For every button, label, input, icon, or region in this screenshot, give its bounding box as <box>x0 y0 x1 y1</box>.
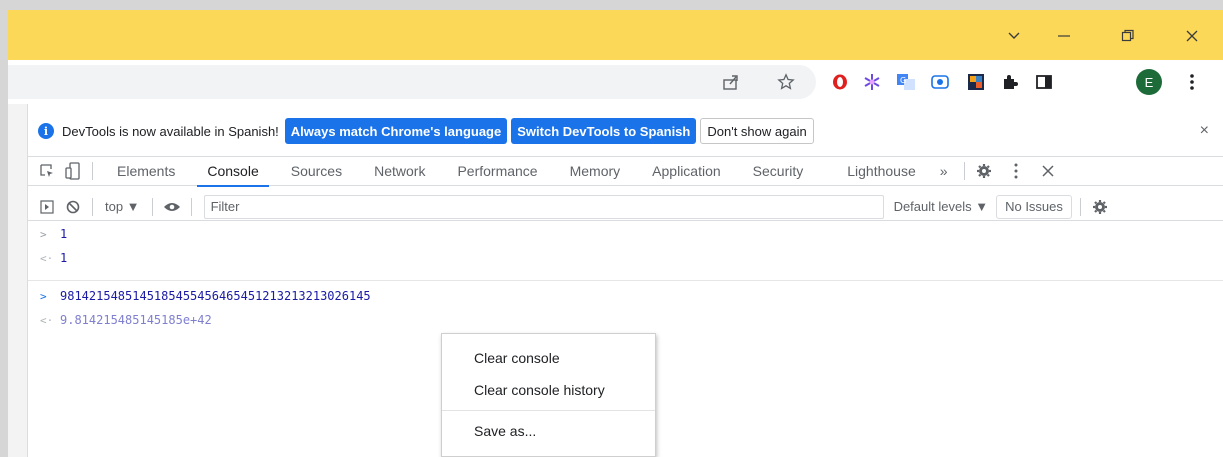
translate-extension-icon[interactable]: G <box>894 70 918 94</box>
menu-item-save-as[interactable]: Save as... <box>442 415 655 447</box>
side-panel-icon[interactable] <box>1032 70 1056 94</box>
window-titlebar <box>8 10 1223 60</box>
screen-record-extension-icon[interactable] <box>928 70 952 94</box>
close-window-icon[interactable] <box>1172 24 1212 48</box>
settings-gear-icon[interactable] <box>973 160 995 182</box>
show-sidebar-icon[interactable] <box>36 196 58 218</box>
console-output-text: 1 <box>60 251 68 265</box>
omnibox[interactable] <box>8 65 816 99</box>
console-context-menu: Clear console Clear console history Save… <box>441 333 656 457</box>
browser-menu-kebab-icon[interactable] <box>1180 70 1204 94</box>
tab-memory[interactable]: Memory <box>554 156 637 186</box>
toolbar-separator <box>963 162 965 180</box>
clear-console-icon[interactable] <box>62 196 84 218</box>
tab-console[interactable]: Console <box>191 156 274 187</box>
output-result-icon: <· <box>40 251 54 265</box>
console-input-text: 1 <box>60 227 68 241</box>
tab-elements[interactable]: Elements <box>101 156 191 186</box>
browser-toolbar: G E <box>8 60 1223 104</box>
menu-item-clear-console-history[interactable]: Clear console history <box>442 374 655 406</box>
inspect-element-icon[interactable] <box>36 160 58 182</box>
tab-search-chevron-icon[interactable] <box>994 24 1034 48</box>
console-line: <· 9.814215485145185e+42 <box>28 308 1223 332</box>
tab-sources[interactable]: Sources <box>275 156 358 186</box>
info-icon: i <box>38 123 54 139</box>
input-prompt-icon: > <box>40 227 47 241</box>
console-divider <box>28 280 1223 281</box>
tab-network[interactable]: Network <box>358 156 441 186</box>
toolbar-separator <box>1079 197 1081 216</box>
console-filter-bar: top ▼ Filter Default levels ▼ No Issues <box>28 193 1223 221</box>
snowflake-extension-icon[interactable] <box>860 70 884 94</box>
console-output-text: 9.814215485145185e+42 <box>60 313 212 327</box>
toolbar-separator <box>92 162 93 180</box>
output-result-icon: <· <box>40 313 54 327</box>
tab-performance[interactable]: Performance <box>441 156 553 186</box>
console-settings-gear-icon[interactable] <box>1089 196 1111 218</box>
tab-security[interactable]: Security <box>737 156 820 186</box>
infobar-message: DevTools is now available in Spanish! <box>62 123 279 139</box>
customize-kebab-icon[interactable] <box>1005 160 1027 182</box>
opera-extension-icon[interactable] <box>828 70 852 94</box>
page-content-strip <box>8 104 28 457</box>
more-tabs-button[interactable]: » <box>932 156 956 186</box>
menu-separator <box>442 410 655 411</box>
execution-context-select[interactable]: top ▼ <box>101 199 144 214</box>
toolbar-separator <box>190 197 192 216</box>
always-match-language-button[interactable]: Always match Chrome's language <box>284 118 508 144</box>
issues-button[interactable]: No Issues <box>996 194 1072 219</box>
console-filter-input[interactable]: Filter <box>203 194 884 219</box>
tab-application[interactable]: Application <box>636 156 737 186</box>
console-line: > 98142154851451854554564654512132132130… <box>28 284 1223 308</box>
device-toolbar-icon[interactable] <box>62 160 84 182</box>
switch-to-spanish-button[interactable]: Switch DevTools to Spanish <box>511 118 697 144</box>
colorful-extension-icon[interactable] <box>964 70 988 94</box>
input-prompt-icon: > <box>40 289 47 303</box>
svg-text:G: G <box>900 76 906 85</box>
restore-icon[interactable] <box>1108 24 1148 48</box>
dont-show-again-button[interactable]: Don't show again <box>700 118 814 144</box>
toolbar-separator <box>92 197 93 216</box>
profile-avatar[interactable]: E <box>1136 69 1162 95</box>
close-devtools-icon[interactable] <box>1037 160 1059 182</box>
live-expression-eye-icon[interactable] <box>161 196 183 218</box>
share-icon[interactable] <box>719 70 743 94</box>
extensions-puzzle-icon[interactable] <box>998 70 1022 94</box>
console-line: <· 1 <box>28 246 1223 270</box>
close-infobar-icon[interactable]: × <box>1200 122 1209 140</box>
console-line: > 1 <box>28 222 1223 246</box>
menu-item-clear-console[interactable]: Clear console <box>442 342 655 374</box>
devtools-tabs: Elements Console Sources Network Perform… <box>28 156 1223 187</box>
bookmark-star-icon[interactable] <box>774 70 798 94</box>
console-input-text: 9814215485145185455456465451213213213026… <box>60 289 371 303</box>
tab-lighthouse[interactable]: Lighthouse <box>819 156 932 186</box>
minimize-icon[interactable] <box>1044 24 1084 48</box>
toolbar-separator <box>151 197 153 216</box>
language-infobar: i DevTools is now available in Spanish! … <box>28 114 1223 148</box>
log-levels-dropdown[interactable]: Default levels ▼ <box>894 199 989 214</box>
